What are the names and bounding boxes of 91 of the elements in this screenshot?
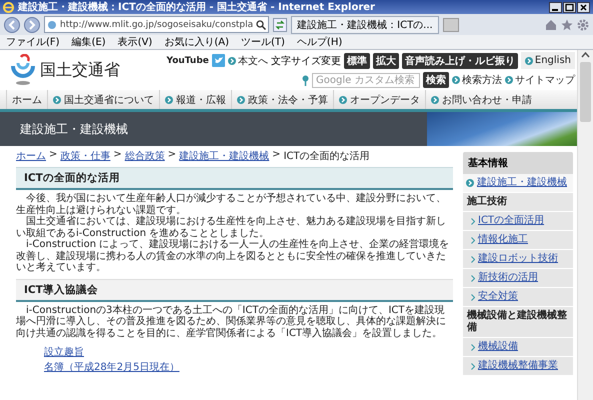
section-heading: ICT導入協議会 bbox=[16, 278, 453, 302]
breadcrumb-link[interactable]: 建設施工・建設機械 bbox=[179, 149, 270, 163]
sidebar-category: 施工技術 bbox=[463, 193, 573, 212]
menu-item[interactable]: 表示(V) bbox=[118, 35, 152, 49]
bullet-icon bbox=[431, 96, 439, 104]
bullet-icon bbox=[53, 96, 61, 104]
breadcrumb-separator: > bbox=[272, 149, 281, 162]
read-aloud-button[interactable]: 音声読み上げ・ルビ振り bbox=[402, 52, 518, 68]
search-button[interactable]: 検索 bbox=[423, 72, 449, 88]
chevron-icon bbox=[471, 294, 475, 300]
banner-title: 建設施工・建設機械 bbox=[20, 120, 128, 138]
ministry-logo-icon bbox=[10, 54, 36, 86]
scroll-up-icon[interactable] bbox=[580, 50, 591, 60]
sidebar-link[interactable]: 安全対策 bbox=[463, 288, 573, 307]
sidebar-category: 機械設備と建設機械整備 bbox=[463, 307, 573, 338]
chevron-icon bbox=[471, 344, 475, 350]
bullet-icon bbox=[165, 96, 173, 104]
bullet-icon bbox=[505, 76, 513, 84]
site-icon bbox=[47, 20, 57, 30]
menu-item[interactable]: お気に入り(A) bbox=[164, 35, 229, 49]
header-link[interactable]: サイトマップ bbox=[505, 73, 575, 87]
breadcrumb-link[interactable]: ホーム bbox=[16, 149, 46, 163]
menu-item[interactable]: ファイル(F) bbox=[6, 35, 60, 49]
paragraph: i-Construction によって、建設現場における一人一人の生産性を向上させ、企業の経営環境を改善し、建設現場に携わる人の賃金の水準の向上を図るとともに安全性の確保を推進していきたいと考えています。 bbox=[16, 239, 450, 274]
document-link[interactable]: 名簿（平成28年2月5日現在） bbox=[44, 360, 180, 374]
breadcrumb-separator: > bbox=[113, 149, 122, 162]
search-icon bbox=[256, 20, 266, 30]
chevron-icon bbox=[471, 256, 475, 262]
sidebar-heading: 基本情報 bbox=[463, 152, 573, 174]
nav-link[interactable]: 国土交通省について bbox=[47, 90, 159, 109]
settings-icon[interactable] bbox=[577, 18, 589, 30]
menu-item[interactable]: ヘルプ(H) bbox=[296, 35, 342, 49]
address-field[interactable]: http://www.mlit.go.jp/sogoseisaku/constpla bbox=[44, 16, 270, 33]
new-tab-button[interactable] bbox=[442, 18, 459, 32]
menu-item[interactable]: 編集(E) bbox=[72, 35, 106, 49]
pin-icon bbox=[302, 74, 309, 86]
breadcrumb-current: ICTの全面的な活用 bbox=[284, 150, 370, 163]
nav-link[interactable]: お問い合わせ・申請 bbox=[425, 90, 537, 109]
paragraph: 今後、我が国において生産年齢人口が減少することが予想されている中、建設分野において、生産性向上は避けられない課題です。 bbox=[16, 193, 447, 216]
maximize-icon[interactable] bbox=[563, 2, 576, 12]
sidebar-link[interactable]: 建設ロボット技術 bbox=[463, 250, 573, 269]
breadcrumb-link[interactable]: 政策・仕事 bbox=[60, 149, 110, 163]
text-size-button[interactable]: 拡大 bbox=[372, 52, 399, 68]
scrollbar-thumb[interactable] bbox=[580, 62, 591, 122]
bullet-icon bbox=[452, 76, 460, 84]
nav-link[interactable]: 政策・法令・予算 bbox=[231, 90, 333, 109]
paragraph: i-Constructionの3本柱の一つである土工への「ICTの全面的な活用」に向けて、ICTを建設現場へ円滑に導入し、その普及推進を図るため、関係業界等の意見を聴取し、具体的な課題解決に向け共通の認識を得ることを目的に、産学官関係者による「ICT導入協議会」を設置しました。 bbox=[16, 304, 447, 339]
sidebar-link[interactable]: ICTの全面活用 bbox=[463, 212, 573, 231]
menu-item[interactable]: ツール(T) bbox=[241, 35, 285, 49]
chevron-icon bbox=[471, 362, 475, 370]
back-icon[interactable] bbox=[4, 16, 20, 32]
close-icon[interactable] bbox=[577, 2, 590, 12]
breadcrumb-link[interactable]: 総合政策 bbox=[124, 149, 165, 163]
forward-icon[interactable] bbox=[24, 16, 40, 32]
bullet-icon bbox=[339, 96, 347, 104]
sidebar-link[interactable]: 機械設備 bbox=[463, 338, 573, 357]
chevron-icon bbox=[471, 236, 475, 244]
section-heading: ICTの全面的な活用 bbox=[16, 167, 453, 190]
site-logo[interactable]: 国土交通省 bbox=[40, 60, 120, 80]
skip-link[interactable]: 本文へ bbox=[228, 54, 268, 68]
youtube-link[interactable]: YouTube bbox=[166, 56, 209, 66]
search-field[interactable]: Google カスタム検索 bbox=[312, 72, 420, 88]
header-link[interactable]: 検索方法 bbox=[452, 73, 502, 87]
home-icon[interactable] bbox=[545, 18, 557, 30]
breadcrumb-separator: > bbox=[49, 149, 58, 162]
bullet-icon bbox=[466, 179, 474, 187]
sidebar-link[interactable]: 新技術の活用 bbox=[463, 269, 573, 288]
sidebar-link[interactable]: 建設機械整備事業 bbox=[463, 357, 573, 376]
nav-link[interactable]: 報道・広報 bbox=[159, 90, 231, 109]
english-link[interactable]: English bbox=[520, 52, 575, 69]
paragraph: 国土交通省においては、建設現場における生産性を向上させ、魅力ある建設現場を目指す新しい取組であるi-Construction を進めることとしました。 bbox=[16, 216, 447, 238]
nav-link[interactable]: オープンデータ bbox=[333, 90, 425, 109]
refresh-icon[interactable] bbox=[273, 18, 288, 32]
text-size-button[interactable]: 標準 bbox=[344, 52, 370, 68]
bird-icon[interactable] bbox=[212, 54, 225, 67]
window-title: 建設施工・建設機械：ICTの全面的な活用 - 国土交通省 - Internet Explorer bbox=[18, 0, 376, 14]
text-size-label: 文字サイズ変更 bbox=[270, 54, 341, 68]
document-link[interactable]: 設立趣旨 bbox=[44, 345, 84, 359]
browser-tab[interactable]: 建設施工・建設機械：ICTの... bbox=[291, 16, 439, 34]
sidebar-link[interactable]: 建設施工・建設機械 bbox=[463, 174, 573, 193]
bullet-icon bbox=[237, 96, 245, 104]
sidebar-link[interactable]: 情報化施工 bbox=[463, 231, 573, 250]
bullet-icon bbox=[524, 56, 533, 64]
breadcrumb-separator: > bbox=[168, 149, 176, 162]
chevron-icon bbox=[471, 218, 475, 224]
nav-link[interactable]: ホーム bbox=[6, 90, 47, 109]
minimize-icon[interactable] bbox=[549, 2, 562, 12]
chevron-icon bbox=[471, 274, 475, 282]
star-icon[interactable] bbox=[561, 18, 573, 30]
browser-logo-icon bbox=[3, 2, 14, 12]
bullet-icon bbox=[228, 56, 236, 64]
